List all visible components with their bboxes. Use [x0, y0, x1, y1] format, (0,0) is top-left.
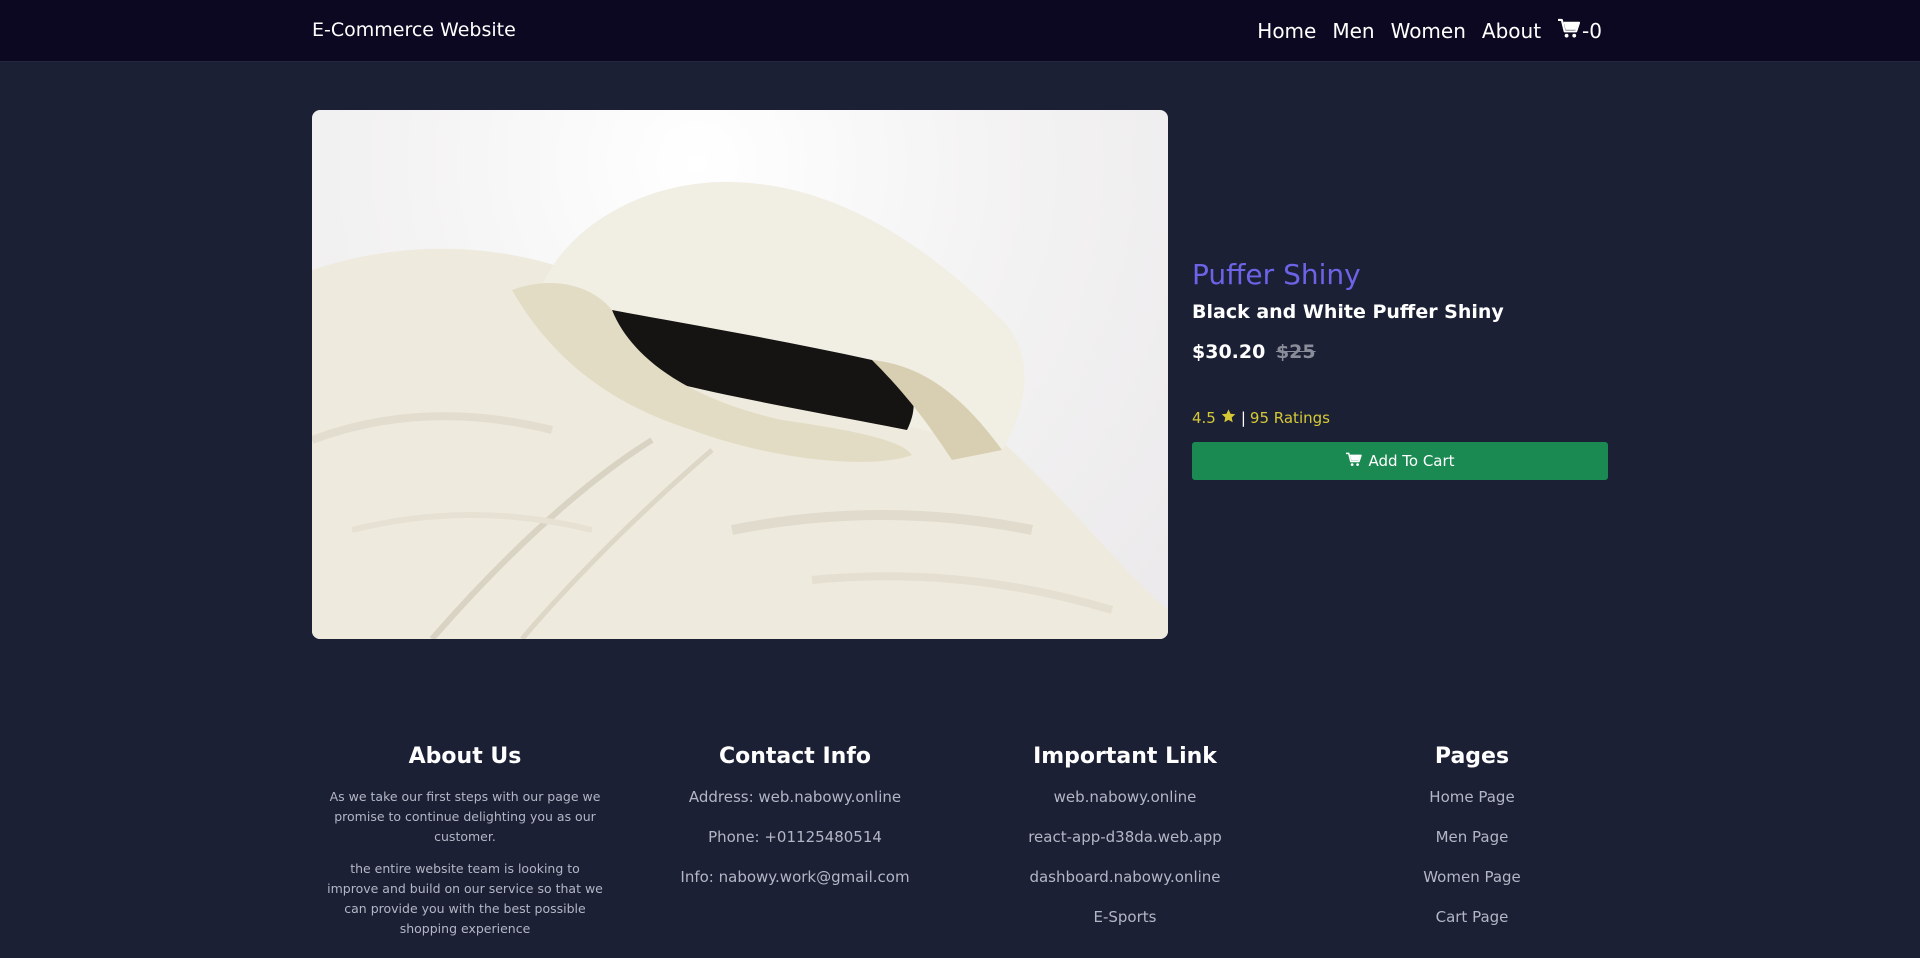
footer-link-3[interactable]: dashboard.nabowy.online — [960, 867, 1290, 907]
contact-email: Info: nabowy.work@gmail.com — [680, 868, 910, 886]
nav-men[interactable]: Men — [1332, 19, 1374, 43]
footer-pages-title: Pages — [1434, 744, 1510, 769]
old-price: $25 — [1275, 341, 1316, 363]
nav-home[interactable]: Home — [1257, 19, 1316, 43]
ratings-count: 95 Ratings — [1249, 409, 1330, 427]
brand-link[interactable]: E-Commerce Website — [312, 19, 516, 41]
product-details: Puffer Shiny Black and White Puffer Shin… — [1192, 258, 1608, 480]
footer-link-4[interactable]: E-Sports — [960, 907, 1290, 947]
footer-about-text-2: the entire website team is looking to im… — [327, 861, 603, 936]
navbar: E-Commerce Website Home Men Women About … — [0, 0, 1920, 62]
product-title: Puffer Shiny — [1192, 258, 1361, 291]
add-to-cart-button[interactable]: Add To Cart — [1192, 442, 1608, 480]
footer-about-text-1: As we take our first steps with our page… — [329, 789, 601, 844]
puffer-jacket-image — [312, 181, 1168, 639]
footer-pages: Pages Home Page Men Page Women Page Cart… — [1307, 744, 1637, 947]
footer-contact-title: Contact Info — [718, 744, 872, 769]
product-image — [312, 110, 1168, 639]
current-price: $30.20 — [1192, 341, 1266, 363]
footer-about-title: About Us — [408, 744, 522, 769]
product-subtitle: Black and White Puffer Shiny — [1192, 301, 1504, 323]
rating-separator: | — [1240, 409, 1246, 427]
cart-link[interactable]: -0 — [1557, 18, 1602, 44]
footer-contact: Contact Info Address: web.nabowy.online … — [630, 744, 960, 907]
footer-link-1[interactable]: web.nabowy.online — [960, 787, 1290, 827]
nav-women[interactable]: Women — [1391, 19, 1466, 43]
footer-link-2[interactable]: react-app-d38da.web.app — [960, 827, 1290, 867]
nav-links: Home Men Women About -0 — [1257, 18, 1602, 44]
star-icon — [1220, 408, 1237, 428]
contact-phone: Phone: +01125480514 — [708, 828, 882, 846]
rating-row: 4.5 | 95 Ratings — [1192, 408, 1608, 428]
nav-about[interactable]: About — [1482, 19, 1541, 43]
footer-page-cart[interactable]: Cart Page — [1307, 907, 1637, 947]
cart-icon — [1345, 452, 1363, 471]
rating-value: 4.5 — [1192, 409, 1216, 427]
cart-count: -0 — [1582, 19, 1602, 43]
footer-important-links: Important Link web.nabowy.online react-a… — [960, 744, 1290, 947]
cart-icon — [1557, 18, 1581, 44]
footer-page-women[interactable]: Women Page — [1307, 867, 1637, 907]
add-to-cart-label: Add To Cart — [1368, 452, 1455, 470]
footer-page-home[interactable]: Home Page — [1307, 787, 1637, 827]
price-row: $30.20 $25 — [1192, 341, 1608, 363]
contact-address: Address: web.nabowy.online — [688, 788, 902, 806]
footer-about: About Us As we take our first steps with… — [300, 744, 630, 951]
footer-links-title: Important Link — [1033, 744, 1217, 769]
footer-page-men[interactable]: Men Page — [1307, 827, 1637, 867]
